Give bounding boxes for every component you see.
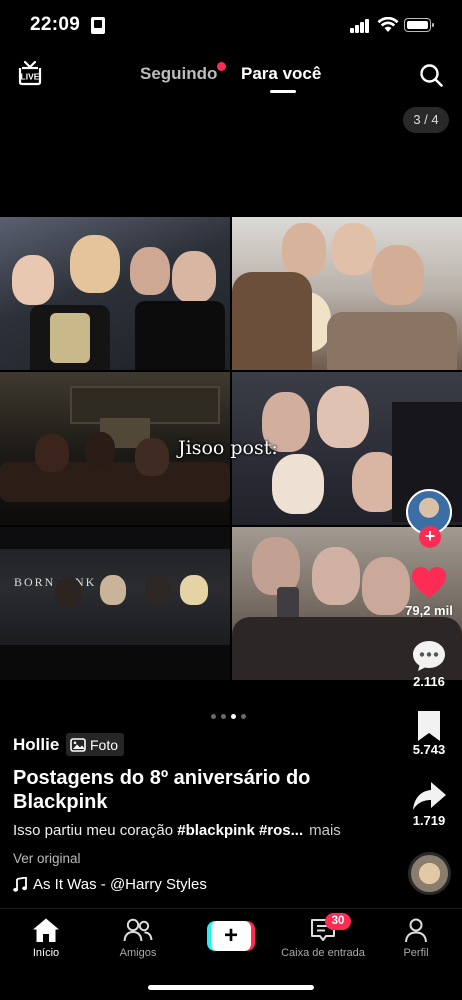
- status-app-icon: [91, 17, 105, 34]
- page-counter: 3 / 4: [403, 107, 449, 133]
- post-overlay-text: Jisoo post:: [178, 437, 278, 459]
- friends-icon: [123, 918, 153, 942]
- carousel-indicator: [211, 714, 246, 719]
- carousel-dot: [221, 714, 226, 719]
- music-track[interactable]: As It Was - @Harry Styles: [13, 876, 207, 893]
- inbox-badge: 30: [325, 913, 351, 930]
- music-title: As It Was - @Harry Styles: [33, 876, 207, 893]
- comment-icon[interactable]: [411, 638, 447, 674]
- share-icon[interactable]: [411, 778, 447, 814]
- search-icon[interactable]: [419, 63, 443, 87]
- nav-friends-label: Amigos: [119, 947, 157, 959]
- more-link[interactable]: mais: [309, 822, 341, 839]
- save-count: 5.743: [412, 742, 446, 757]
- profile-icon: [405, 918, 427, 943]
- image-icon: [70, 737, 86, 752]
- nav-inbox[interactable]: Caixa de entrada: [277, 917, 369, 959]
- create-plus-icon: +: [211, 921, 251, 951]
- collage-photo: [232, 217, 462, 370]
- music-note-icon: [13, 877, 27, 892]
- like-count: 79,2 mil: [405, 603, 453, 618]
- nav-inbox-label: Caixa de entrada: [281, 947, 365, 959]
- nav-profile-label: Perfil: [403, 947, 429, 959]
- status-time: 22:09: [30, 14, 81, 35]
- home-indicator: [148, 985, 314, 990]
- follow-button[interactable]: +: [419, 526, 441, 548]
- tab-following[interactable]: Seguindo: [140, 64, 217, 84]
- carousel-dot: [211, 714, 216, 719]
- share-count: 1.719: [412, 813, 446, 828]
- nav-profile[interactable]: Perfil: [370, 917, 462, 959]
- see-original-link[interactable]: Ver original: [13, 851, 81, 866]
- create-button[interactable]: +: [207, 921, 255, 951]
- post-title: Postagens do 8º aniversário do Blackpink: [13, 767, 311, 813]
- home-icon: [33, 918, 59, 942]
- collage-photo: [0, 217, 230, 370]
- nav-home[interactable]: Início: [0, 917, 92, 959]
- wifi-icon: [377, 17, 399, 32]
- nav-home-label: Início: [32, 947, 60, 959]
- active-tab-indicator: [270, 90, 296, 93]
- photo-mode-badge: Foto: [66, 733, 125, 756]
- bookmark-icon[interactable]: [411, 708, 447, 744]
- battery-icon: [404, 18, 434, 32]
- comment-count: 2.116: [413, 674, 445, 689]
- description-text: Isso partiu meu coração: [13, 822, 174, 839]
- photo-badge-label: Foto: [90, 736, 119, 753]
- svg-text:LIVE: LIVE: [21, 72, 40, 82]
- music-disc-icon[interactable]: [408, 852, 451, 895]
- notification-dot: [217, 62, 226, 71]
- tab-for-you[interactable]: Para você: [241, 64, 321, 84]
- cellular-signal-icon: [350, 19, 370, 33]
- status-bar: 22:09: [0, 0, 462, 50]
- post-description[interactable]: Isso partiu meu coração #blackpink #ros.…: [13, 822, 341, 839]
- creator-username[interactable]: Hollie: [13, 735, 59, 755]
- heart-icon[interactable]: [411, 565, 447, 601]
- nav-friends[interactable]: Amigos: [92, 917, 184, 959]
- carousel-dot: [241, 714, 246, 719]
- hashtags[interactable]: #blackpink #ros...: [177, 822, 303, 839]
- live-icon[interactable]: LIVE: [16, 59, 44, 87]
- carousel-dot-active: [231, 714, 236, 719]
- top-nav: LIVE Seguindo Para você: [0, 55, 462, 95]
- collage-photo: BORN PINK: [0, 527, 230, 680]
